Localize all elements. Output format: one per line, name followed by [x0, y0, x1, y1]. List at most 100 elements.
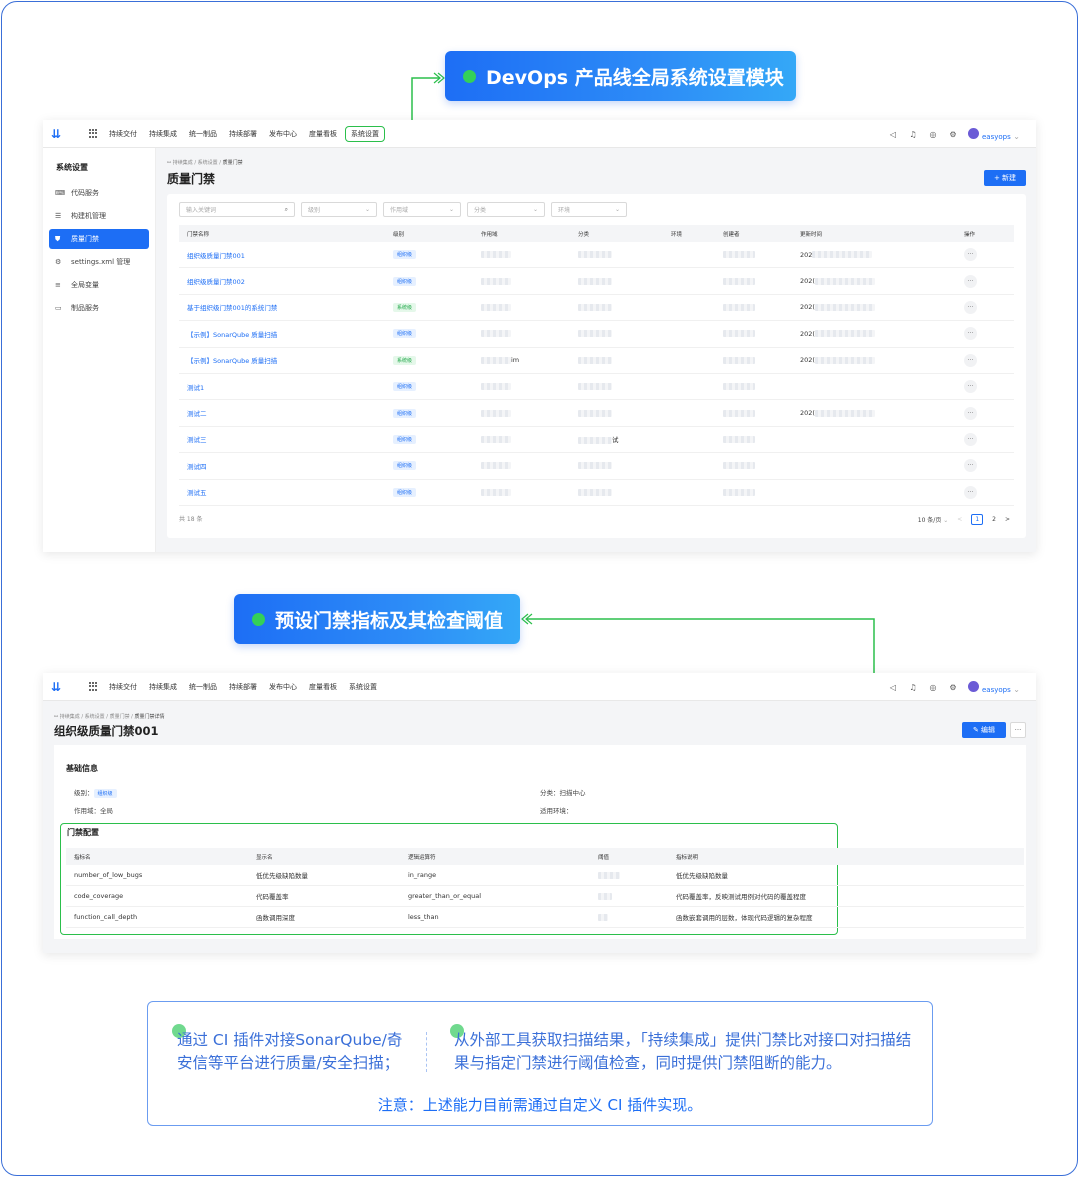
sidebar-item-build-machines[interactable]: ☰ 构建机管理	[49, 206, 149, 226]
app-grid-icon[interactable]	[89, 682, 99, 691]
sidebar-item-artifact-service[interactable]: ▭ 制品服务	[49, 298, 149, 318]
nav-continuous-integration[interactable]: 持续集成	[149, 682, 177, 692]
edit-button[interactable]: ✎ 编辑	[962, 722, 1006, 738]
announcement-icon[interactable]: ◁	[888, 683, 898, 692]
gate-name-link[interactable]: 测试二	[179, 408, 385, 418]
more-actions-icon[interactable]: ···	[964, 380, 977, 394]
page-1-button[interactable]: 1	[971, 514, 984, 525]
table-row[interactable]: 组织级质量门禁001 组织级 202 ···	[179, 242, 1014, 269]
gate-name[interactable]: 【示例】SonarQube 质量扫描	[187, 357, 277, 365]
scope-cell	[473, 383, 570, 391]
actions-cell: ···	[956, 300, 996, 314]
gate-name[interactable]: 组织级质量门禁001	[187, 252, 245, 260]
gate-name-link[interactable]: 测试五	[179, 487, 385, 497]
category-select[interactable]: 分类 ⌄	[467, 202, 545, 217]
gate-name[interactable]: 【示例】SonarQube 质量扫描	[187, 331, 277, 339]
page-size-select[interactable]: 10 条/页 ⌄	[918, 515, 949, 524]
table-row[interactable]: 【示例】SonarQube 质量扫描 系统级 im 202(···	[179, 348, 1014, 374]
table-row[interactable]: 测试1 组织级 ···	[179, 374, 1014, 401]
app-grid-icon[interactable]	[89, 129, 99, 138]
column-header: 作用域	[481, 231, 498, 238]
gate-name-link[interactable]: 基于组织级门禁001的系统门禁	[179, 302, 385, 312]
table-row[interactable]: 测试五 组织级 ···	[179, 480, 1014, 506]
more-actions-icon[interactable]: ···	[964, 327, 977, 341]
settings-icon[interactable]: ⚙	[948, 130, 958, 139]
logo-icon[interactable]: ⇊	[51, 127, 73, 141]
level-select[interactable]: 级别 ⌄	[301, 202, 377, 217]
nav-continuous-integration[interactable]: 持续集成	[149, 129, 177, 139]
logo-icon[interactable]: ⇊	[51, 680, 73, 694]
more-actions-icon[interactable]: ···	[964, 274, 977, 288]
level-cell: 组织级	[385, 276, 473, 286]
note-warning: 注意：上述能力目前需通过自定义 CI 插件实现。	[377, 1096, 703, 1114]
nav-deploy[interactable]: 持续部署	[229, 129, 257, 139]
gate-name[interactable]: 组织级质量门禁002	[187, 278, 245, 286]
nav-release-center[interactable]: 发布中心	[269, 682, 297, 692]
table-row[interactable]: 【示例】SonarQube 质量扫描 组织级 202(···	[179, 321, 1014, 348]
table-row[interactable]: 基于组织级门禁001的系统门禁 系统级 202(···	[179, 295, 1014, 322]
breadcrumb-item[interactable]: 持续集成	[173, 160, 193, 166]
gate-name-link[interactable]: 【示例】SonarQube 质量扫描	[179, 355, 385, 365]
nav-metrics[interactable]: 度量看板	[309, 682, 337, 692]
gate-name[interactable]: 测试三	[187, 436, 207, 444]
gate-name-link[interactable]: 测试三	[179, 434, 385, 444]
updated-cell: 202(	[792, 330, 956, 338]
sidebar-item-code-service[interactable]: ⌨ 代码服务	[49, 183, 149, 203]
gate-name[interactable]: 测试四	[187, 463, 207, 471]
user-menu[interactable]: easyops ⌄	[967, 127, 1020, 141]
more-actions-icon[interactable]: ···	[964, 459, 977, 473]
gate-name[interactable]: 测试1	[187, 384, 204, 392]
bell-icon[interactable]: ♫	[908, 130, 918, 139]
gate-name-link[interactable]: 【示例】SonarQube 质量扫描	[179, 329, 385, 339]
nav-artifacts[interactable]: 统一制品	[189, 129, 217, 139]
gate-name[interactable]: 基于组织级门禁001的系统门禁	[187, 304, 277, 312]
table-row[interactable]: 组织级质量门禁002 组织级 202(···	[179, 268, 1014, 295]
table-row[interactable]: 测试三 组织级 试 ···	[179, 427, 1014, 454]
sidebar-item-global-vars[interactable]: ≡ 全局变量	[49, 275, 149, 295]
breadcrumb-item[interactable]: 系统设置	[198, 160, 218, 166]
sidebar-item-quality-gate[interactable]: ⛊ 质量门禁	[49, 229, 149, 249]
gate-name-link[interactable]: 组织级质量门禁001	[179, 250, 385, 260]
more-actions-icon[interactable]: ···	[964, 300, 977, 314]
more-actions-button[interactable]: ···	[1010, 722, 1026, 738]
settings-icon[interactable]: ⚙	[948, 683, 958, 692]
nav-system-settings[interactable]: 系统设置	[349, 682, 377, 692]
more-actions-icon[interactable]: ···	[964, 353, 977, 367]
announcement-icon[interactable]: ◁	[888, 130, 898, 139]
nav-continuous-delivery[interactable]: 持续交付	[109, 682, 137, 692]
help-icon[interactable]: ◎	[928, 683, 938, 692]
help-icon[interactable]: ◎	[928, 130, 938, 139]
bell-icon[interactable]: ♫	[908, 683, 918, 692]
sidebar-item-settings-xml[interactable]: ⚙ settings.xml 管理	[49, 252, 149, 272]
breadcrumb-item[interactable]: 持续集成	[60, 714, 80, 720]
scope-select[interactable]: 作用域 ⌄	[383, 202, 461, 217]
breadcrumb-item[interactable]: 质量门禁	[110, 714, 130, 720]
nav-system-settings[interactable]: 系统设置	[345, 125, 385, 142]
gate-name[interactable]: 测试二	[187, 410, 207, 418]
user-menu[interactable]: easyops ⌄	[967, 680, 1020, 694]
sidebar-item-label: 全局变量	[71, 281, 99, 289]
more-actions-icon[interactable]: ···	[964, 432, 977, 446]
prev-page-button[interactable]: <	[957, 516, 962, 523]
scope-cell	[473, 330, 570, 338]
more-actions-icon[interactable]: ···	[964, 406, 977, 420]
more-actions-icon[interactable]: ···	[964, 485, 977, 499]
more-actions-icon[interactable]: ···	[964, 248, 977, 262]
search-input[interactable]: 输入关键词 ⌕	[179, 202, 295, 217]
gate-name-link[interactable]: 测试四	[179, 461, 385, 471]
nav-artifacts[interactable]: 统一制品	[189, 682, 217, 692]
breadcrumb-item[interactable]: 系统设置	[85, 714, 105, 720]
page-2-button[interactable]: 2	[992, 516, 996, 523]
env-select[interactable]: 环境 ⌄	[551, 202, 627, 217]
nav-metrics[interactable]: 度量看板	[309, 129, 337, 139]
nav-continuous-delivery[interactable]: 持续交付	[109, 129, 137, 139]
gate-name-link[interactable]: 测试1	[179, 382, 385, 392]
table-row[interactable]: 测试四 组织级 ···	[179, 453, 1014, 480]
nav-release-center[interactable]: 发布中心	[269, 129, 297, 139]
new-button[interactable]: + 新建	[984, 170, 1026, 186]
table-row[interactable]: 测试二 组织级 202(···	[179, 400, 1014, 427]
gate-name[interactable]: 测试五	[187, 489, 207, 497]
nav-deploy[interactable]: 持续部署	[229, 682, 257, 692]
gate-name-link[interactable]: 组织级质量门禁002	[179, 276, 385, 286]
next-page-button[interactable]: >	[1005, 516, 1010, 523]
